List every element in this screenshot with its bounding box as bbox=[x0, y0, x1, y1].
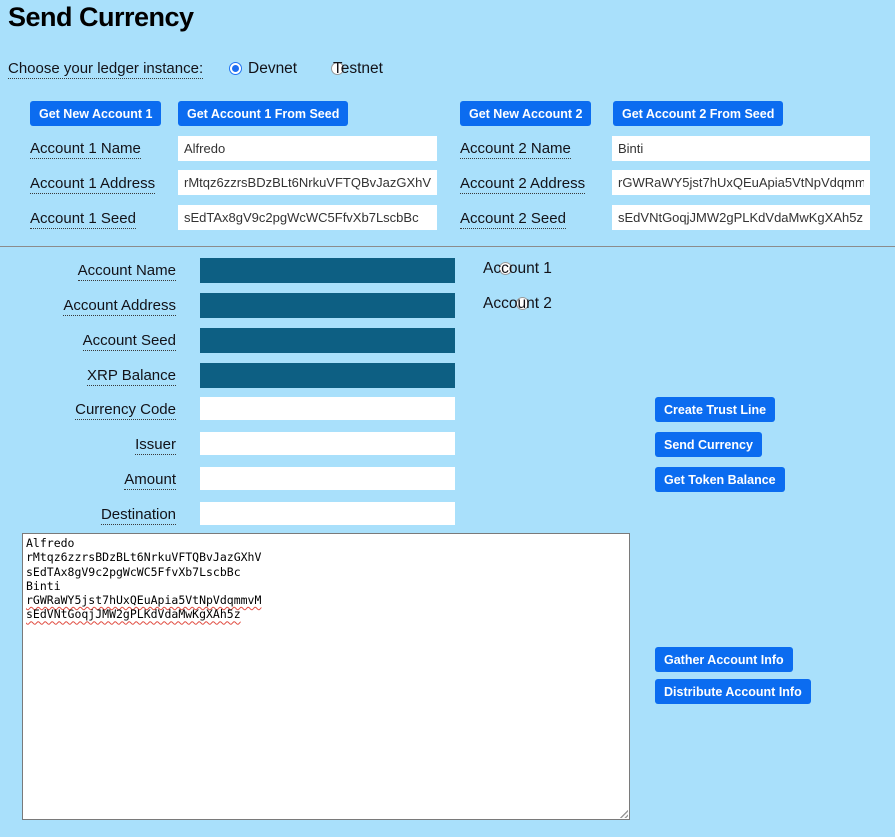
get-token-balance-button[interactable]: Get Token Balance bbox=[655, 467, 785, 492]
destination-input[interactable] bbox=[200, 502, 455, 525]
create-trust-line-button[interactable]: Create Trust Line bbox=[655, 397, 775, 422]
account-2-address-input[interactable] bbox=[612, 170, 870, 195]
results-line: rGWRaWY5jst7hUxQEuApia5VtNpVdqmmvM bbox=[26, 593, 626, 607]
account-seed-field[interactable] bbox=[200, 328, 455, 353]
gather-account-info-button[interactable]: Gather Account Info bbox=[655, 647, 793, 672]
xrp-balance-field[interactable] bbox=[200, 363, 455, 388]
devnet-radio[interactable] bbox=[229, 62, 242, 75]
account-1-name-input[interactable] bbox=[178, 136, 437, 161]
issuer-input[interactable] bbox=[200, 432, 455, 455]
results-line: sEdTAx8gV9c2pgWcWC5FfvXb7LscbBc bbox=[26, 565, 626, 579]
account-2-seed-label: Account 2 Seed bbox=[460, 210, 566, 227]
account-address-label: Account Address bbox=[8, 297, 176, 314]
account-2-name-label: Account 2 Name bbox=[460, 140, 571, 157]
currency-code-input[interactable] bbox=[200, 397, 455, 420]
account-address-field[interactable] bbox=[200, 293, 455, 318]
ledger-instance-label: Choose your ledger instance: bbox=[8, 60, 203, 77]
results-line: sEdVNtGoqjJMW2gPLKdVdaMwKgXAh5z bbox=[26, 607, 626, 621]
distribute-account-info-button[interactable]: Distribute Account Info bbox=[655, 679, 811, 704]
results-line: Alfredo bbox=[26, 536, 626, 550]
destination-label: Destination bbox=[8, 506, 176, 523]
xrp-balance-label: XRP Balance bbox=[8, 367, 176, 384]
results-textarea[interactable]: Alfredo rMtqz6zzrsBDzBLt6NrkuVFTQBvJazGX… bbox=[22, 533, 630, 820]
account-name-label: Account Name bbox=[8, 262, 176, 279]
send-currency-button[interactable]: Send Currency bbox=[655, 432, 762, 457]
textarea-resize-handle[interactable] bbox=[618, 808, 628, 818]
get-new-account-2-button[interactable]: Get New Account 2 bbox=[460, 101, 591, 126]
account-2-seed-input[interactable] bbox=[612, 205, 870, 230]
account-2-select-label[interactable]: Account 2 bbox=[483, 295, 552, 313]
account-1-seed-label: Account 1 Seed bbox=[30, 210, 136, 227]
page-title: Send Currency bbox=[8, 2, 194, 33]
get-account-1-from-seed-button[interactable]: Get Account 1 From Seed bbox=[178, 101, 348, 126]
account-1-name-label: Account 1 Name bbox=[30, 140, 141, 157]
account-1-address-label: Account 1 Address bbox=[30, 175, 155, 192]
section-divider bbox=[0, 246, 895, 247]
account-seed-label: Account Seed bbox=[8, 332, 176, 349]
results-line: rMtqz6zzrsBDzBLt6NrkuVFTQBvJazGXhV bbox=[26, 550, 626, 564]
account-2-address-label: Account 2 Address bbox=[460, 175, 585, 192]
results-line: Binti bbox=[26, 579, 626, 593]
account-2-name-input[interactable] bbox=[612, 136, 870, 161]
account-name-field[interactable] bbox=[200, 258, 455, 283]
issuer-label: Issuer bbox=[8, 436, 176, 453]
account-1-select-label[interactable]: Account 1 bbox=[483, 260, 552, 278]
account-1-address-input[interactable] bbox=[178, 170, 437, 195]
currency-code-label: Currency Code bbox=[8, 401, 176, 418]
amount-label: Amount bbox=[8, 471, 176, 488]
get-new-account-1-button[interactable]: Get New Account 1 bbox=[30, 101, 161, 126]
send-currency-page: { "page": { "title": "Send Currency" }, … bbox=[0, 0, 895, 837]
get-account-2-from-seed-button[interactable]: Get Account 2 From Seed bbox=[613, 101, 783, 126]
devnet-radio-label[interactable]: Devnet bbox=[248, 60, 297, 78]
amount-input[interactable] bbox=[200, 467, 455, 490]
testnet-radio-label[interactable]: Testnet bbox=[333, 60, 383, 78]
account-1-seed-input[interactable] bbox=[178, 205, 437, 230]
